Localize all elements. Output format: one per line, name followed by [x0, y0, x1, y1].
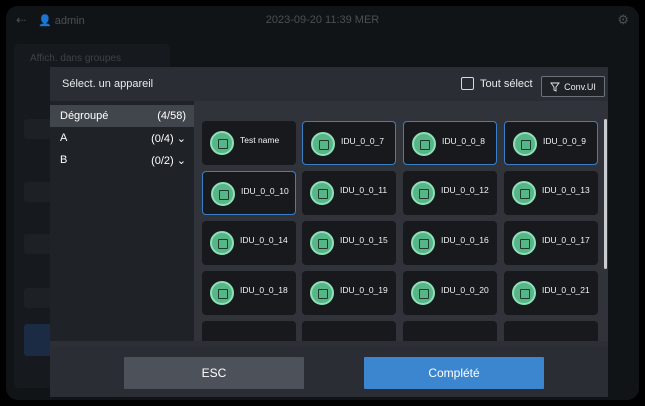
device-name: IDU_0_0_13 — [542, 185, 590, 195]
modal-footer: ESC Complété — [50, 347, 608, 397]
indoor-unit-icon — [311, 132, 335, 156]
indoor-unit-icon — [411, 181, 435, 205]
group-name: B — [60, 154, 68, 166]
device-card[interactable]: IDU_0_0_21 — [504, 271, 598, 315]
device-card[interactable] — [403, 321, 497, 341]
indoor-unit-icon — [512, 231, 536, 255]
conv-ui-button[interactable]: Conv.UI — [541, 76, 605, 97]
device-name: IDU_0_0_8 — [442, 136, 486, 146]
device-select-modal: Sélect. un appareil Tout sélect Conv.UI … — [50, 67, 608, 397]
device-name: IDU_0_0_15 — [340, 235, 388, 245]
modal-title: Sélect. un appareil — [62, 78, 154, 90]
conv-ui-label: Conv.UI — [564, 81, 596, 92]
device-card[interactable]: IDU_0_0_19 — [302, 271, 396, 315]
indoor-unit-icon — [210, 231, 234, 255]
device-card[interactable]: IDU_0_0_18 — [202, 271, 296, 315]
select-all-toggle[interactable]: Tout sélect — [461, 77, 533, 90]
select-all-label: Tout sélect — [480, 77, 533, 90]
device-card[interactable]: IDU_0_0_15 — [302, 221, 396, 265]
device-card[interactable]: IDU_0_0_20 — [403, 271, 497, 315]
device-card[interactable]: IDU_0_0_7 — [302, 121, 396, 165]
indoor-unit-icon — [310, 181, 334, 205]
device-card[interactable]: IDU_0_0_8 — [403, 121, 497, 165]
group-item-ungrouped[interactable]: Dégroupé (4/58) — [50, 105, 194, 127]
device-grid: Test name IDU_0_0_7 IDU_0_0_8 IDU_0_0_9 … — [194, 101, 608, 341]
device-name: IDU_0_0_16 — [441, 235, 489, 245]
device-card[interactable] — [202, 321, 296, 341]
top-bar: ⇠ 👤 admin 2023-09-20 11:39 MER ⚙ — [6, 6, 639, 36]
device-card[interactable]: IDU_0_0_9 — [504, 121, 598, 165]
device-card[interactable] — [302, 321, 396, 341]
device-name: IDU_0_0_9 — [543, 136, 587, 146]
device-card[interactable]: IDU_0_0_10 — [202, 171, 296, 215]
device-name: IDU_0_0_10 — [241, 186, 289, 196]
device-card[interactable]: IDU_0_0_11 — [302, 171, 396, 215]
device-name: IDU_0_0_21 — [542, 285, 590, 295]
device-name: Test name — [240, 135, 280, 145]
group-item-a[interactable]: A (0/4) ⌄ — [50, 127, 194, 149]
group-name: A — [60, 132, 68, 144]
chevron-down-icon: ⌄ — [176, 155, 186, 167]
device-card[interactable] — [504, 321, 598, 341]
device-name: IDU_0_0_12 — [441, 185, 489, 195]
indoor-unit-icon — [310, 231, 334, 255]
group-count: (0/4) ⌄ — [151, 133, 186, 145]
indoor-unit-icon — [211, 182, 235, 206]
device-name: IDU_0_0_18 — [240, 285, 288, 295]
grid-scrollbar[interactable] — [604, 119, 607, 269]
chevron-down-icon: ⌄ — [176, 133, 186, 145]
esc-button[interactable]: ESC — [124, 357, 304, 389]
modal-header: Sélect. un appareil Tout sélect Conv.UI — [50, 67, 608, 101]
gear-icon[interactable]: ⚙ — [617, 12, 629, 28]
device-card[interactable]: IDU_0_0_17 — [504, 221, 598, 265]
select-all-checkbox[interactable] — [461, 77, 474, 90]
indoor-unit-icon — [412, 132, 436, 156]
datetime: 2023-09-20 11:39 MER — [265, 14, 380, 26]
indoor-unit-icon — [512, 181, 536, 205]
device-name: IDU_0_0_7 — [341, 136, 385, 146]
indoor-unit-icon — [411, 281, 435, 305]
indoor-unit-icon — [411, 231, 435, 255]
indoor-unit-icon — [210, 131, 234, 155]
device-name: IDU_0_0_11 — [340, 185, 388, 195]
screen: ⇠ 👤 admin 2023-09-20 11:39 MER ⚙ Affich.… — [6, 6, 639, 400]
group-count: (0/2) ⌄ — [151, 155, 186, 167]
device-name: IDU_0_0_17 — [542, 235, 590, 245]
device-card[interactable]: Test name — [202, 121, 296, 165]
indoor-unit-icon — [310, 281, 334, 305]
indoor-unit-icon — [513, 132, 537, 156]
background-label: Affich. dans groupes — [30, 53, 121, 64]
group-sidebar: Dégroupé (4/58) A (0/4) ⌄ B (0/2) ⌄ — [50, 101, 194, 341]
filter-icon — [550, 82, 560, 92]
group-count: (4/58) — [157, 110, 186, 122]
indoor-unit-icon — [512, 281, 536, 305]
device-name: IDU_0_0_14 — [240, 235, 288, 245]
group-item-b[interactable]: B (0/2) ⌄ — [50, 149, 194, 171]
complete-button[interactable]: Complété — [364, 357, 544, 389]
indoor-unit-icon — [210, 281, 234, 305]
device-card[interactable]: IDU_0_0_14 — [202, 221, 296, 265]
group-name: Dégroupé — [60, 110, 109, 122]
device-name: IDU_0_0_19 — [340, 285, 388, 295]
device-card[interactable]: IDU_0_0_13 — [504, 171, 598, 215]
device-name: IDU_0_0_20 — [441, 285, 489, 295]
device-card[interactable]: IDU_0_0_16 — [403, 221, 497, 265]
device-card[interactable]: IDU_0_0_12 — [403, 171, 497, 215]
